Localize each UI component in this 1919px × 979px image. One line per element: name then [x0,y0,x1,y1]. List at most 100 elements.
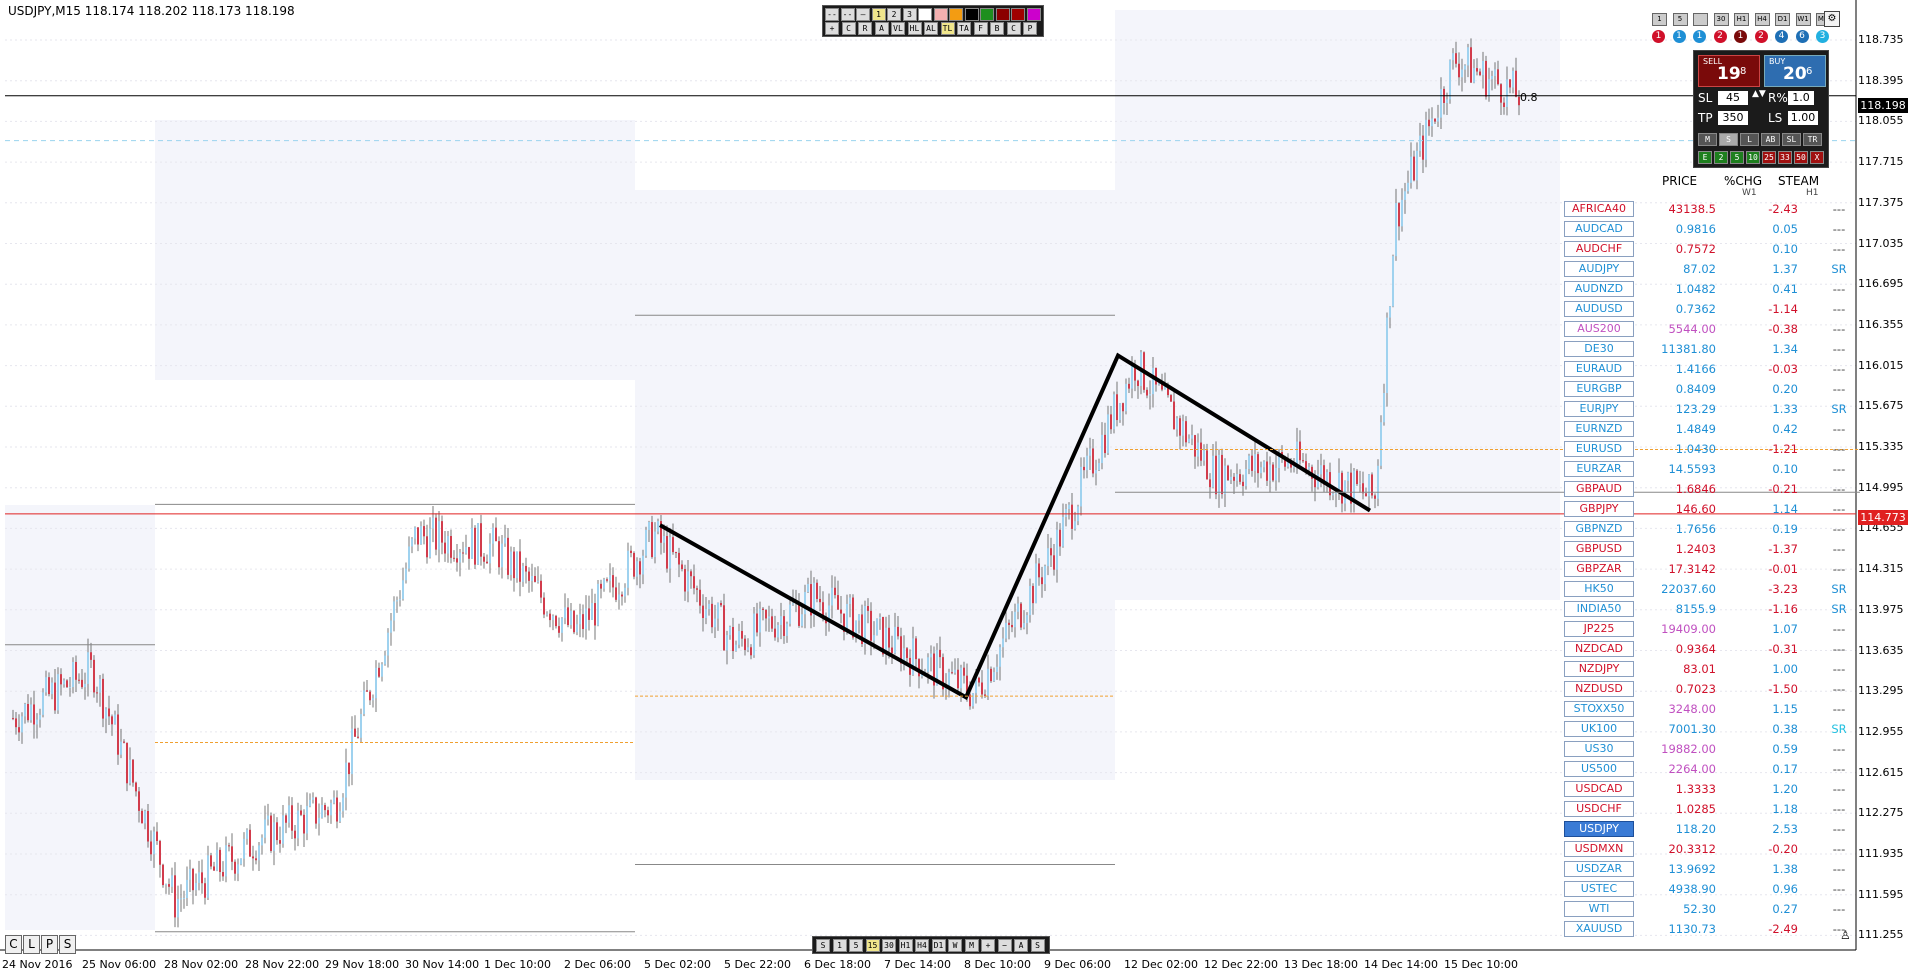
watchlist-symbol[interactable]: NZDJPY [1564,661,1634,677]
clp-button[interactable]: P [41,935,58,954]
mode-button[interactable]: AB [1761,133,1780,146]
draw-tool-button[interactable]: VL [891,22,905,35]
watchlist-symbol[interactable]: USDCHF [1564,801,1634,817]
watchlist-symbol[interactable]: EURNZD [1564,421,1634,437]
watchlist-symbol[interactable]: EURUSD [1564,441,1634,457]
watchlist-row[interactable]: USDCHF 1.0285 1.18 --- [1562,800,1862,817]
mode-button[interactable]: SL [1782,133,1801,146]
watchlist-row[interactable]: XAUUSD 1130.73 -2.49 --- [1562,920,1862,937]
timeframe-button[interactable]: + [981,939,995,952]
watchlist-row[interactable]: US30 19882.00 0.59 --- [1562,740,1862,757]
watchlist-row[interactable]: AUS200 5544.00 -0.38 --- [1562,320,1862,337]
watchlist-symbol[interactable]: AUDJPY [1564,261,1634,277]
close-partial-button[interactable]: 25 [1762,151,1776,164]
watchlist-row[interactable]: AUDNZD 1.0482 0.41 --- [1562,280,1862,297]
toolbar-button[interactable] [949,8,963,21]
timeframe-button[interactable]: D1 [931,939,946,952]
draw-tool-button[interactable]: HL [907,22,922,35]
settings-gear-icon[interactable]: ⚙ [1824,11,1840,27]
toolbar-button[interactable] [995,8,1010,21]
watchlist-symbol[interactable]: AUDCHF [1564,241,1634,257]
draw-tool-button[interactable]: P [1023,22,1037,35]
watchlist-symbol[interactable]: GBPNZD [1564,521,1634,537]
watchlist-symbol[interactable]: EURZAR [1564,461,1634,477]
watchlist-row[interactable]: INDIA50 8155.9 -1.16 SR [1562,600,1862,617]
watchlist-row[interactable]: USDMXN 20.3312 -0.20 --- [1562,840,1862,857]
watchlist-symbol[interactable]: UK100 [1564,721,1634,737]
mode-button[interactable]: S [1719,133,1738,146]
toolbar-button[interactable]: -- [825,8,839,21]
watchlist-symbol[interactable]: INDIA50 [1564,601,1634,617]
close-partial-button[interactable]: 50 [1794,151,1808,164]
watchlist-row[interactable]: EURJPY 123.29 1.33 SR [1562,400,1862,417]
watchlist-symbol[interactable]: AUDNZD [1564,281,1634,297]
tf-button[interactable]: 5 [1672,13,1688,26]
watchlist-row[interactable]: STOXX50 3248.00 1.15 --- [1562,700,1862,717]
timeframe-button[interactable]: S [1030,939,1045,952]
watchlist-row[interactable]: USDJPY 118.20 2.53 --- [1562,820,1862,837]
toolbar-button[interactable] [1011,8,1025,21]
risk-input[interactable]: 1.0 [1788,91,1814,105]
timeframe-button[interactable]: W [948,939,962,952]
timeframe-button[interactable]: S [816,939,830,952]
watchlist-row[interactable]: USTEC 4938.90 0.96 --- [1562,880,1862,897]
close-partial-button[interactable]: 5 [1730,151,1744,164]
draw-tool-button[interactable]: R [858,22,872,35]
watchlist-symbol[interactable]: GBPUSD [1564,541,1634,557]
watchlist-symbol[interactable]: GBPAUD [1564,481,1634,497]
watchlist-row[interactable]: EURGBP 0.8409 0.20 --- [1562,380,1862,397]
watchlist-symbol[interactable]: US30 [1564,741,1634,757]
close-partial-button[interactable]: 10 [1746,151,1760,164]
toolbar-button[interactable] [980,8,994,21]
watchlist-symbol[interactable]: AFRICA40 [1564,201,1634,217]
watchlist-row[interactable]: US500 2264.00 0.17 --- [1562,760,1862,777]
watchlist-row[interactable]: GBPUSD 1.2403 -1.37 --- [1562,540,1862,557]
watchlist-row[interactable]: AUDUSD 0.7362 -1.14 --- [1562,300,1862,317]
draw-tool-button[interactable]: A [874,22,889,35]
watchlist-symbol[interactable]: AUS200 [1564,321,1634,337]
toolbar-button[interactable]: 2 [887,8,901,21]
watchlist-row[interactable]: USDCAD 1.3333 1.20 --- [1562,780,1862,797]
watchlist-symbol[interactable]: USDCAD [1564,781,1634,797]
watchlist-symbol[interactable]: JP225 [1564,621,1634,637]
tf-button[interactable]: 30 [1713,13,1729,26]
watchlist-row[interactable]: EURUSD 1.0430 -1.21 --- [1562,440,1862,457]
watchlist-row[interactable]: GBPZAR 17.3142 -0.01 --- [1562,560,1862,577]
watchlist-row[interactable]: AUDCAD 0.9816 0.05 --- [1562,220,1862,237]
watchlist-symbol[interactable]: XAUUSD [1564,921,1634,937]
draw-tool-button[interactable]: B [990,22,1004,35]
mode-button[interactable]: L [1740,133,1759,146]
toolbar-button[interactable] [918,8,932,21]
toolbar-button[interactable] [1026,8,1041,21]
watchlist-symbol[interactable]: STOXX50 [1564,701,1634,717]
watchlist-row[interactable]: USDZAR 13.9692 1.38 --- [1562,860,1862,877]
tf-button[interactable]: H1 [1734,13,1749,26]
tf-button[interactable]: 1 [1652,13,1667,26]
clp-button[interactable]: C [5,935,22,954]
watchlist-symbol[interactable]: USDMXN [1564,841,1634,857]
watchlist-row[interactable]: GBPNZD 1.7656 0.19 --- [1562,520,1862,537]
draw-tool-button[interactable]: F [973,22,988,35]
close-partial-button[interactable]: 33 [1778,151,1792,164]
toolbar-button[interactable]: 3 [902,8,917,21]
watchlist-symbol[interactable]: EURGBP [1564,381,1634,397]
watchlist-row[interactable]: EURNZD 1.4849 0.42 --- [1562,420,1862,437]
toolbar-button[interactable]: — [856,8,870,21]
close-partial-button[interactable]: E [1698,151,1712,164]
sell-button[interactable]: SELL 19 8 [1698,55,1760,87]
toolbar-button[interactable] [933,8,948,21]
draw-tool-button[interactable]: TL [940,22,955,35]
watchlist-row[interactable]: NZDJPY 83.01 1.00 --- [1562,660,1862,677]
timeframe-button[interactable]: − [997,939,1012,952]
tp-input[interactable]: 350 [1718,111,1748,125]
watchlist-row[interactable]: EURAUD 1.4166 -0.03 --- [1562,360,1862,377]
sl-input[interactable]: 45 [1718,91,1748,105]
watchlist-symbol[interactable]: USTEC [1564,881,1634,897]
draw-tool-button[interactable]: + [825,22,839,35]
watchlist-row[interactable]: DE30 11381.80 1.34 --- [1562,340,1862,357]
watchlist-row[interactable]: GBPJPY 146.60 1.14 --- [1562,500,1862,517]
tf-button[interactable]: W1 [1795,13,1811,26]
timeframe-button[interactable]: 1 [832,939,847,952]
mode-button[interactable]: M [1698,133,1717,146]
watchlist-row[interactable]: HK50 22037.60 -3.23 SR [1562,580,1862,597]
